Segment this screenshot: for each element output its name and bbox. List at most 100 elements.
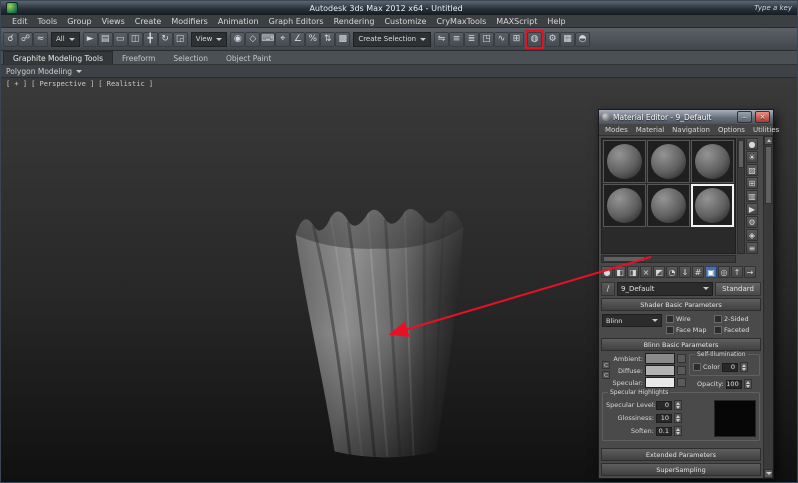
background-icon[interactable]: ▨: [746, 164, 758, 176]
menu-item[interactable]: Animation: [213, 17, 264, 26]
scrollbar-thumb[interactable]: [738, 140, 744, 168]
subtab-polygon-modeling[interactable]: Polygon Modeling: [6, 67, 72, 76]
menu-item[interactable]: Edit: [7, 17, 33, 26]
layer-manager-icon[interactable]: ≣: [464, 32, 479, 47]
snaps-toggle-icon[interactable]: ⌖: [275, 32, 290, 47]
video-color-check-icon[interactable]: ▥: [746, 190, 758, 202]
show-shaded-material-in-viewport-icon[interactable]: ▣: [705, 266, 717, 278]
select-and-link-icon[interactable]: ☌: [3, 32, 18, 47]
menu-item[interactable]: Views: [97, 17, 130, 26]
backlight-icon[interactable]: ☀: [746, 151, 758, 163]
menu-item[interactable]: Group: [62, 17, 96, 26]
material-editor-scrollbar[interactable]: [763, 136, 773, 478]
edit-named-selection-sets-icon[interactable]: ▩: [335, 32, 350, 47]
spinner[interactable]: [674, 413, 682, 423]
selection-filter-dropdown[interactable]: All: [51, 32, 80, 47]
unlink-selection-icon[interactable]: ☍: [18, 32, 33, 47]
material-sample-slot[interactable]: [647, 140, 690, 183]
select-by-name-icon[interactable]: ▤: [98, 32, 113, 47]
material-sample-slot[interactable]: [603, 140, 646, 183]
scrollbar-thumb[interactable]: [765, 146, 772, 204]
schematic-view-icon[interactable]: ⊞: [509, 32, 524, 47]
material-sample-slot-active[interactable]: [691, 184, 734, 227]
two-sided-checkbox[interactable]: 2-Sided: [714, 315, 760, 323]
me-menu-modes[interactable]: Modes: [601, 126, 632, 134]
spinner-snap-icon[interactable]: ⇅: [320, 32, 335, 47]
sample-uv-tiling-icon[interactable]: ⊞: [746, 177, 758, 189]
infocenter-search[interactable]: Type a key: [754, 4, 792, 12]
tab-graphite-modeling-tools[interactable]: Graphite Modeling Tools: [3, 51, 113, 64]
rendered-frame-window-icon[interactable]: ▦: [560, 32, 575, 47]
render-production-icon[interactable]: ◓: [575, 32, 590, 47]
self-illumination-color-checkbox[interactable]: [693, 363, 701, 371]
menu-item[interactable]: Graph Editors: [264, 17, 329, 26]
material-editor-titlebar[interactable]: Material Editor - 9_Default ‒ ×: [599, 110, 773, 124]
percent-snap-icon[interactable]: %: [305, 32, 320, 47]
put-material-to-scene-icon[interactable]: ◧: [614, 266, 626, 278]
me-menu-material[interactable]: Material: [632, 126, 668, 134]
supersampling-rollout[interactable]: SuperSampling: [601, 463, 761, 476]
me-menu-options[interactable]: Options: [714, 126, 749, 134]
make-material-copy-icon[interactable]: ◩: [653, 266, 665, 278]
menu-item[interactable]: Modifiers: [166, 17, 213, 26]
material-editor-options-icon[interactable]: ⚙: [746, 216, 758, 228]
scrollbar-thumb[interactable]: [603, 256, 645, 262]
face-map-checkbox[interactable]: Face Map: [666, 326, 712, 334]
show-end-result-icon[interactable]: ◎: [718, 266, 730, 278]
make-preview-icon[interactable]: ▶: [746, 203, 758, 215]
parameter-value[interactable]: 0: [656, 401, 672, 410]
spinner[interactable]: [744, 379, 752, 389]
color-swatch[interactable]: [645, 377, 675, 388]
render-setup-icon[interactable]: ⚙: [545, 32, 560, 47]
select-and-rotate-icon[interactable]: ↻: [158, 32, 173, 47]
tab-selection[interactable]: Selection: [164, 51, 217, 64]
slots-horizontal-scrollbar[interactable]: [601, 255, 736, 263]
select-and-scale-icon[interactable]: ◲: [173, 32, 188, 47]
rectangular-selection-region-icon[interactable]: ▭: [113, 32, 128, 47]
material-sample-slot[interactable]: [691, 140, 734, 183]
select-and-move-icon[interactable]: ╋: [143, 32, 158, 47]
select-and-manipulate-icon[interactable]: ◇: [245, 32, 260, 47]
spinner[interactable]: [674, 426, 682, 436]
mirror-icon[interactable]: ⇋: [434, 32, 449, 47]
material-map-navigator-icon[interactable]: ≡: [746, 242, 758, 254]
blinn-basic-parameters-rollout[interactable]: Blinn Basic Parameters: [601, 338, 761, 351]
select-object-icon[interactable]: ►: [83, 32, 98, 47]
window-crossing-icon[interactable]: ◫: [128, 32, 143, 47]
color-swatch[interactable]: [645, 353, 675, 364]
curve-editor-icon[interactable]: ∿: [494, 32, 509, 47]
material-sample-slot[interactable]: [603, 184, 646, 227]
tab-object-paint[interactable]: Object Paint: [217, 51, 280, 64]
go-to-parent-icon[interactable]: ↑: [731, 266, 743, 278]
sample-type-icon[interactable]: ●: [746, 138, 758, 150]
menu-item[interactable]: CryMaxTools: [431, 17, 491, 26]
wire-checkbox[interactable]: Wire: [666, 315, 712, 323]
reset-map-icon[interactable]: ×: [640, 266, 652, 278]
parameter-value[interactable]: 10: [656, 414, 672, 423]
get-material-icon[interactable]: ●: [601, 266, 613, 278]
faceted-checkbox[interactable]: Faceted: [714, 326, 760, 334]
map-button[interactable]: [677, 378, 686, 387]
material-type-button[interactable]: Standard: [715, 282, 761, 296]
material-id-channel-icon[interactable]: #: [692, 266, 704, 278]
me-menu-navigation[interactable]: Navigation: [668, 126, 714, 134]
align-icon[interactable]: ≡: [449, 32, 464, 47]
spinner[interactable]: [674, 400, 682, 410]
spinner[interactable]: [740, 362, 748, 372]
make-unique-icon[interactable]: ◔: [666, 266, 678, 278]
bind-to-space-warp-icon[interactable]: ≈: [33, 32, 48, 47]
menu-item[interactable]: Customize: [379, 17, 431, 26]
viewport-menu-general[interactable]: [ + ]: [6, 80, 27, 88]
twisted-vase-model[interactable]: [282, 199, 477, 464]
color-swatch[interactable]: [645, 365, 675, 376]
menu-item[interactable]: MAXScript: [491, 17, 542, 26]
map-button[interactable]: [677, 354, 686, 363]
scroll-up-button[interactable]: [764, 136, 773, 145]
keyboard-shortcut-override-icon[interactable]: ⌨: [260, 32, 275, 47]
viewport-menu-pov[interactable]: [ Perspective ]: [31, 80, 94, 88]
use-pivot-point-center-icon[interactable]: ◉: [230, 32, 245, 47]
go-forward-to-sibling-icon[interactable]: →: [744, 266, 756, 278]
put-to-library-icon[interactable]: ⇓: [679, 266, 691, 278]
map-button[interactable]: [677, 366, 686, 375]
named-selection-dropdown[interactable]: Create Selection: [353, 32, 431, 47]
